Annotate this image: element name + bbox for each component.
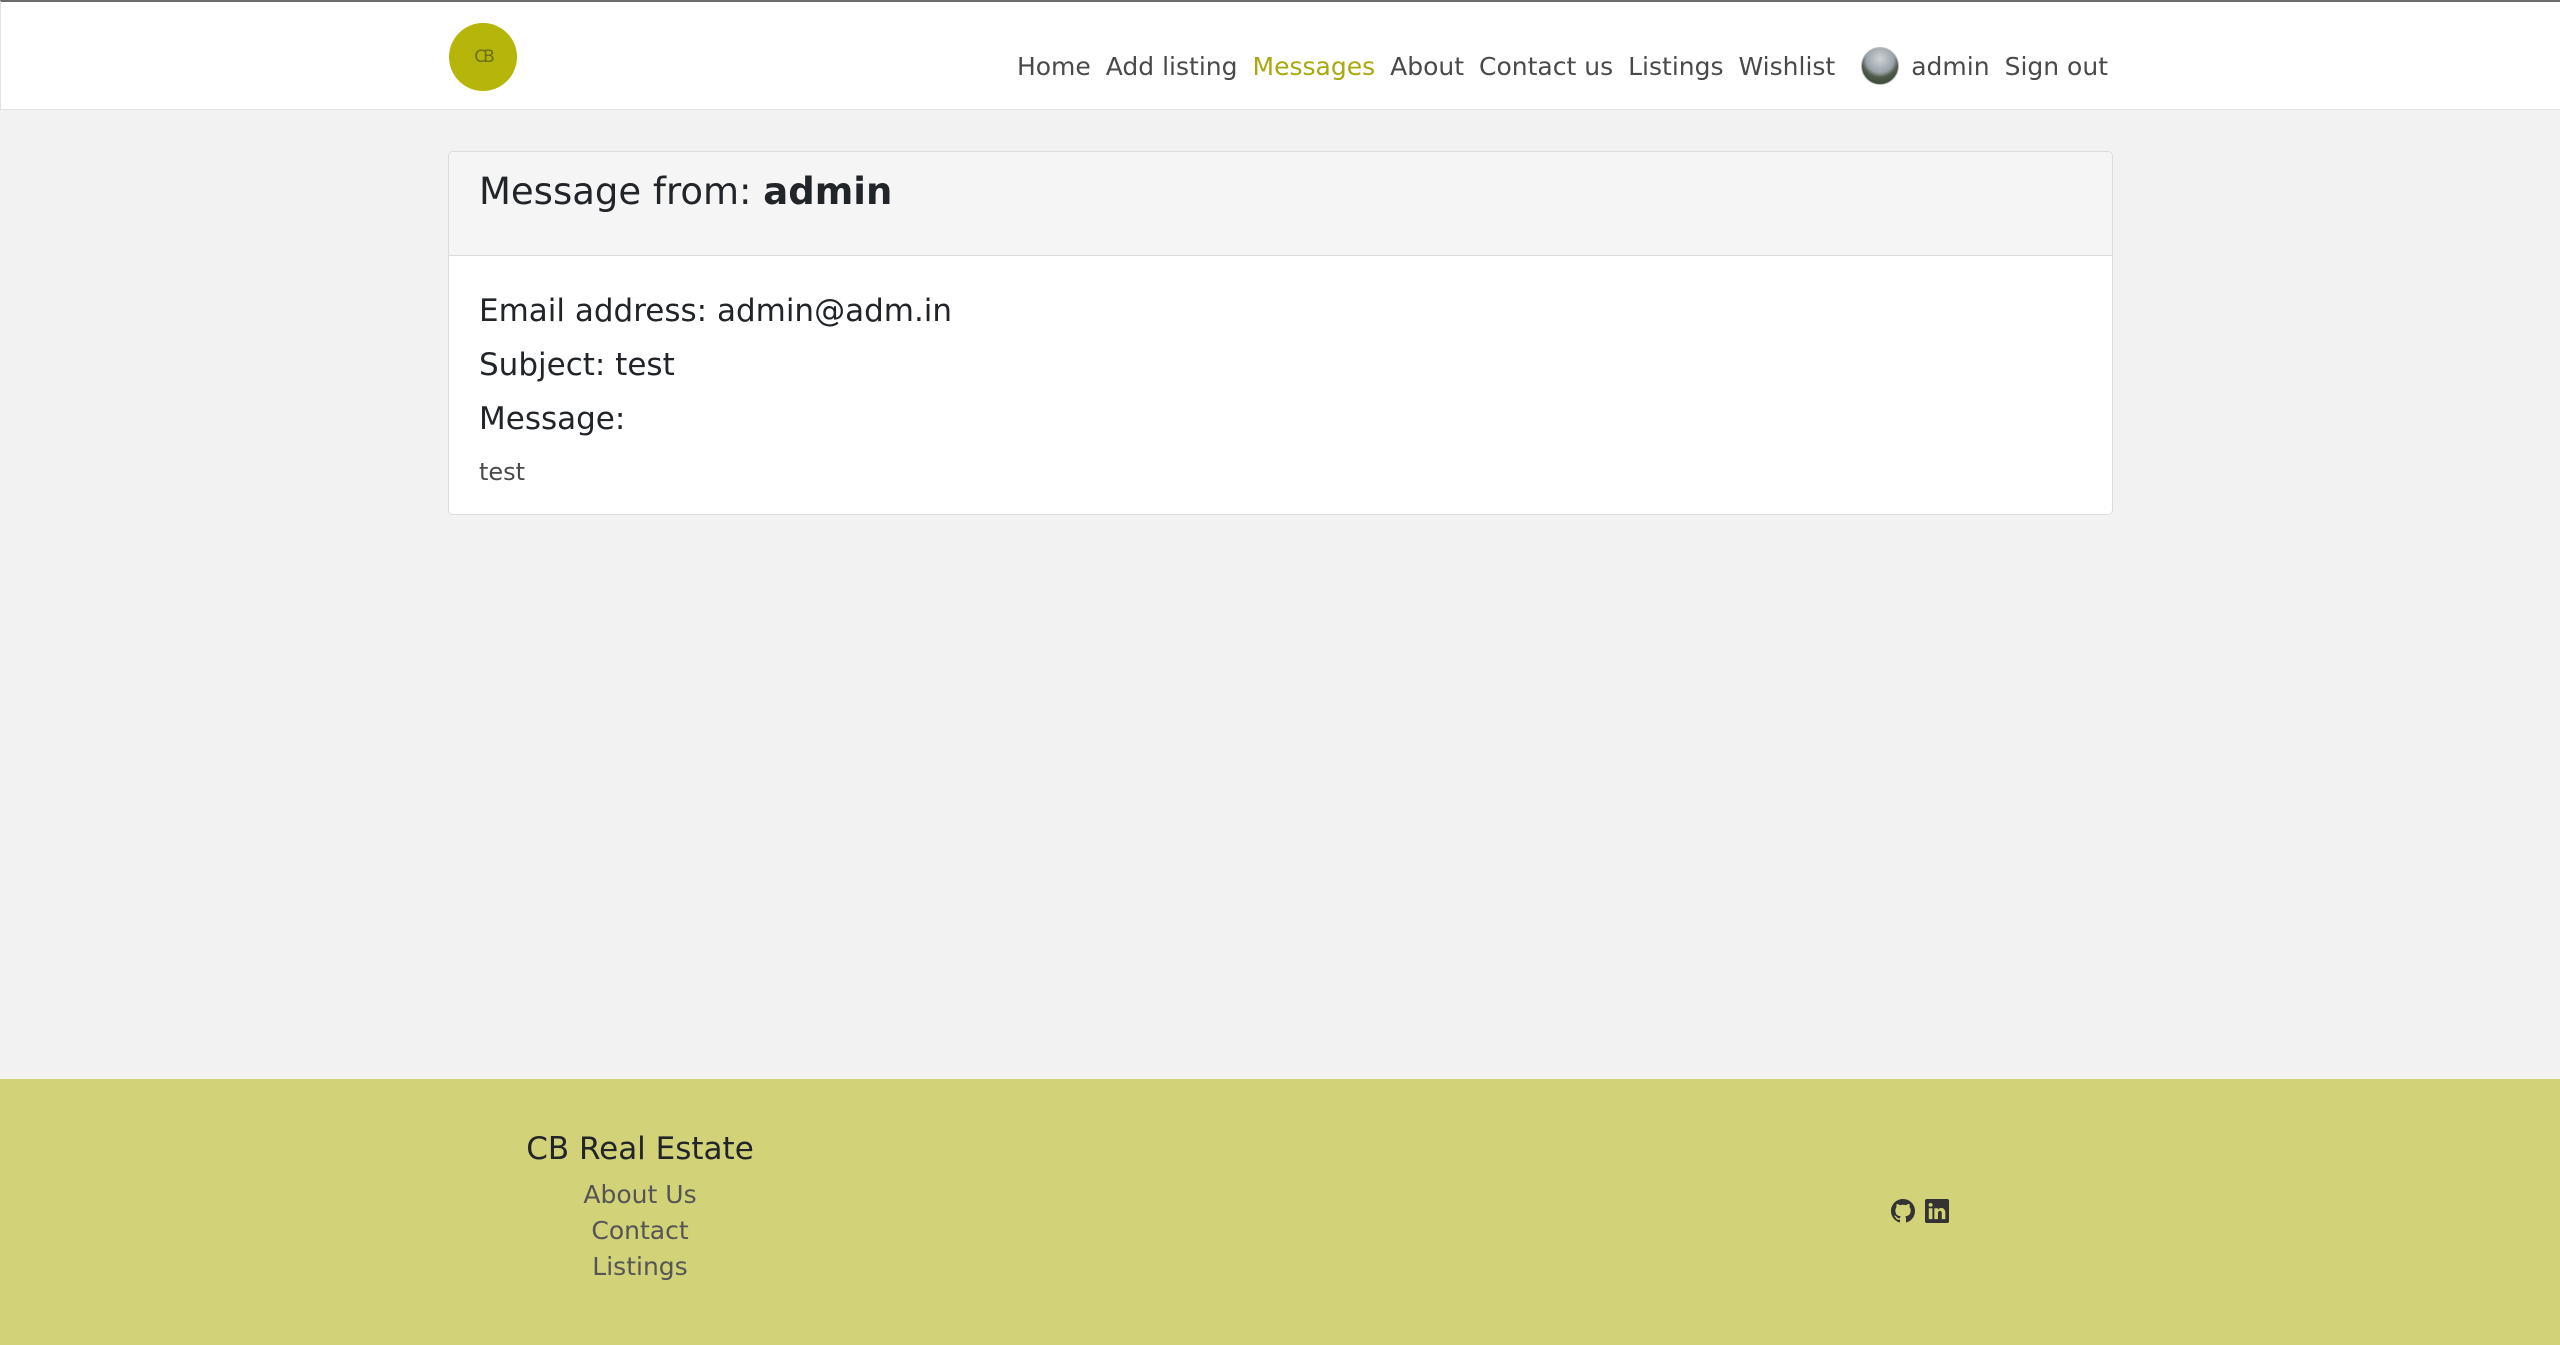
- footer-link-listings[interactable]: Listings: [500, 1249, 780, 1285]
- brand-logo[interactable]: CB: [449, 23, 517, 91]
- nav-link-wishlist[interactable]: Wishlist: [1739, 52, 1836, 81]
- message-card-body: Email address: admin@adm.in Subject: tes…: [449, 256, 2112, 486]
- footer-link-contact[interactable]: Contact: [500, 1213, 780, 1249]
- message-label: Message:: [479, 401, 626, 437]
- nav-link-listings[interactable]: Listings: [1628, 52, 1723, 81]
- sign-out-link[interactable]: Sign out: [2005, 52, 2108, 81]
- message-card-header: Message from: admin: [449, 152, 2112, 256]
- brand-logo-text: CB: [474, 47, 494, 67]
- message-body: test: [479, 458, 526, 486]
- message-title: Message from: admin: [479, 170, 2082, 213]
- footer-title: CB Real Estate: [526, 1131, 754, 1167]
- github-icon[interactable]: [1891, 1199, 1915, 1223]
- message-sender: admin: [763, 170, 893, 213]
- footer-link-about-us[interactable]: About Us: [500, 1177, 780, 1213]
- navbar: CB Home Add listing Messages About Conta…: [0, 0, 2560, 110]
- nav-link-contact-us[interactable]: Contact us: [1479, 52, 1613, 81]
- nav-link-about[interactable]: About: [1390, 52, 1464, 81]
- nav-link-home[interactable]: Home: [1017, 52, 1091, 81]
- user-avatar[interactable]: [1861, 47, 1900, 85]
- nav-user-name[interactable]: admin: [1911, 52, 1989, 81]
- nav-links: Home Add listing Messages About Contact …: [1002, 47, 2108, 85]
- footer-column: CB Real Estate About Us Contact Listings: [500, 1131, 780, 1285]
- message-card: Message from: admin Email address: admin…: [448, 151, 2113, 515]
- nav-link-add-listing[interactable]: Add listing: [1106, 52, 1238, 81]
- message-title-prefix: Message from:: [479, 170, 752, 213]
- nav-link-messages[interactable]: Messages: [1253, 52, 1376, 81]
- message-email: Email address: admin@adm.in: [479, 293, 953, 329]
- footer: CB Real Estate About Us Contact Listings: [0, 1079, 2560, 1345]
- message-subject: Subject: test: [479, 347, 675, 383]
- linkedin-icon[interactable]: [1925, 1199, 1949, 1223]
- social-links: [1891, 1199, 1949, 1223]
